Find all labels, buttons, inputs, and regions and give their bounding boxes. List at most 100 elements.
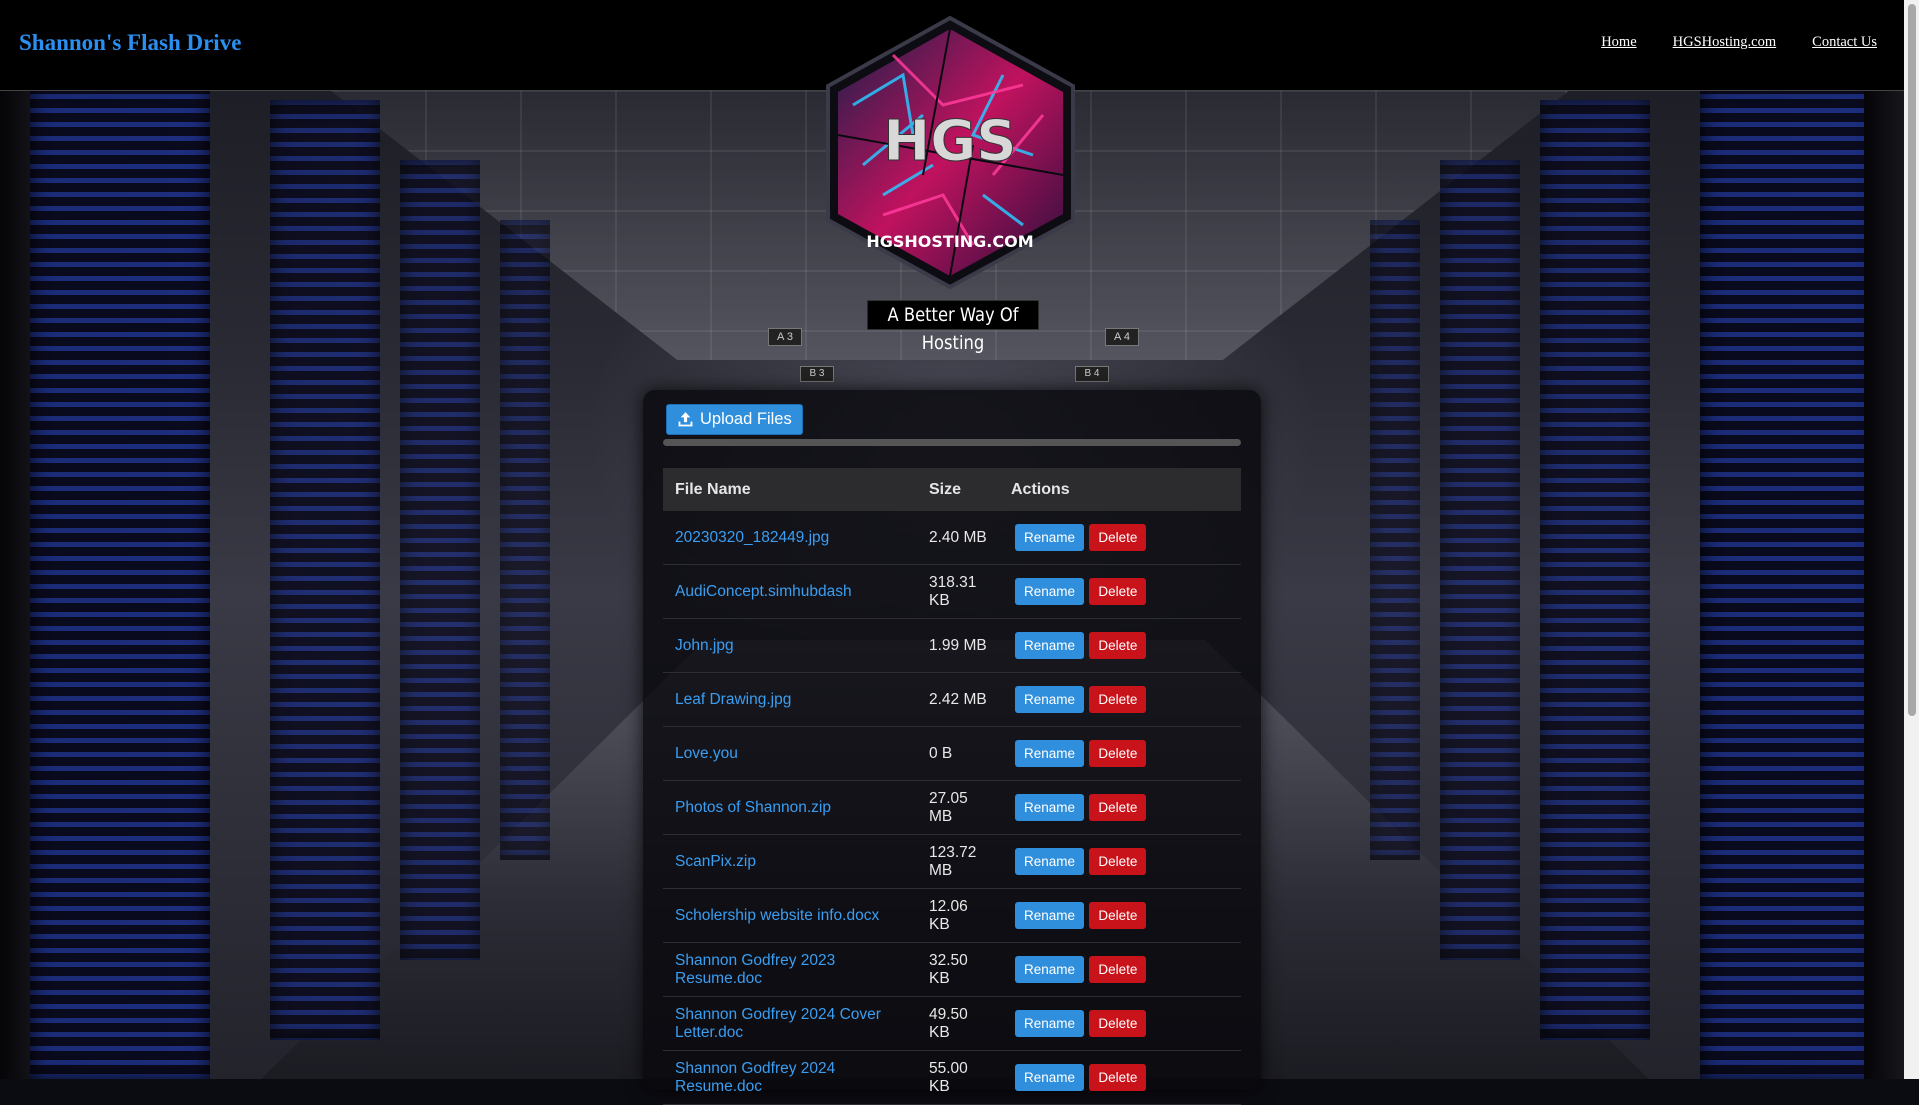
file-name-link[interactable]: Shannon Godfrey 2024 Cover Letter.doc (675, 1006, 881, 1041)
delete-button[interactable]: Delete (1089, 902, 1147, 929)
hgs-hexagon-logo: HGS HGSHOSTING.COM (826, 15, 1075, 290)
column-header-size: Size (917, 468, 999, 511)
delete-button[interactable]: Delete (1089, 740, 1147, 767)
file-table: File Name Size Actions 20230320_182449.j… (663, 468, 1241, 1105)
nav-home-link[interactable]: Home (1601, 34, 1636, 51)
nav-hgshosting-link[interactable]: HGSHosting.com (1673, 34, 1777, 51)
table-row: AudiConcept.simhubdash 318.31 KB Rename De… (663, 564, 1241, 619)
server-rack (500, 220, 550, 860)
rename-button[interactable]: Rename (1015, 848, 1085, 875)
delete-button[interactable]: Delete (1089, 848, 1147, 875)
delete-button[interactable]: Delete (1089, 794, 1147, 821)
file-name-cell: Leaf Drawing.jpg (663, 672, 917, 727)
actions-cell: Rename Delete (999, 618, 1241, 673)
server-rack (1540, 100, 1650, 1040)
site-title[interactable]: Shannon's Flash Drive (19, 30, 241, 56)
actions-cell: Rename Delete (999, 511, 1241, 565)
table-row: Shannon Godfrey 2024 Cover Letter.doc 49.… (663, 996, 1241, 1051)
table-row: Shannon Godfrey 2023 Resume.doc 32.50 KB R… (663, 942, 1241, 997)
file-size-cell: 123.72 MB (917, 834, 999, 889)
table-row: ScanPix.zip 123.72 MB Rename Delete (663, 834, 1241, 889)
server-rack (1370, 220, 1420, 860)
rename-button[interactable]: Rename (1015, 902, 1085, 929)
logo-tagline: A Better Way Of Hosting (867, 300, 1039, 354)
file-size-cell: 2.40 MB (917, 511, 999, 565)
file-name-link[interactable]: ScanPix.zip (675, 853, 756, 870)
table-row: John.jpg 1.99 MB Rename Delete (663, 618, 1241, 673)
file-name-cell: Shannon Godfrey 2024 Cover Letter.doc (663, 996, 917, 1051)
rename-button[interactable]: Rename (1015, 740, 1085, 767)
file-size-cell: 27.05 MB (917, 780, 999, 835)
aisle-sign: B 3 (800, 366, 834, 382)
delete-button[interactable]: Delete (1089, 578, 1147, 605)
aisle-sign: A 4 (1105, 328, 1139, 346)
file-size-cell: 0 B (917, 726, 999, 781)
file-name-link[interactable]: Shannon Godfrey 2024 Resume.doc (675, 1060, 835, 1095)
file-name-cell: 20230320_182449.jpg (663, 511, 917, 565)
file-manager-panel: Upload Files File Name Size Actions 2023… (643, 390, 1261, 1105)
scrollbar-thumb[interactable] (1908, 4, 1916, 716)
table-header-row: File Name Size Actions (663, 468, 1241, 511)
actions-cell: Rename Delete (999, 672, 1241, 727)
actions-cell: Rename Delete (999, 564, 1241, 619)
file-size-cell: 318.31 KB (917, 564, 999, 619)
logo-subtext: HGSHOSTING.COM (866, 232, 1033, 251)
delete-button[interactable]: Delete (1089, 686, 1147, 713)
column-header-file-name: File Name (663, 468, 917, 511)
upload-icon (678, 412, 693, 427)
rack-edge-right (1864, 80, 1904, 1079)
table-row: Love.you 0 B Rename Delete (663, 726, 1241, 781)
actions-cell: Rename Delete (999, 726, 1241, 781)
file-name-cell: Shannon Godfrey 2024 Resume.doc (663, 1050, 917, 1105)
table-row: Leaf Drawing.jpg 2.42 MB Rename Delete (663, 672, 1241, 727)
rename-button[interactable]: Rename (1015, 794, 1085, 821)
server-rack (1440, 160, 1520, 960)
actions-cell: Rename Delete (999, 834, 1241, 889)
table-row: Shannon Godfrey 2024 Resume.doc 55.00 KB R… (663, 1050, 1241, 1105)
rename-button[interactable]: Rename (1015, 524, 1085, 551)
logo-text: HGS (883, 109, 1016, 174)
file-name-link[interactable]: Love.you (675, 745, 738, 762)
upload-files-button[interactable]: Upload Files (666, 404, 803, 435)
file-name-link[interactable]: AudiConcept.simhubdash (675, 583, 852, 600)
rename-button[interactable]: Rename (1015, 1064, 1085, 1091)
delete-button[interactable]: Delete (1089, 1064, 1147, 1091)
server-rack (1700, 80, 1880, 1079)
file-name-link[interactable]: 20230320_182449.jpg (675, 529, 829, 546)
rename-button[interactable]: Rename (1015, 686, 1085, 713)
actions-cell: Rename Delete (999, 942, 1241, 997)
file-name-link[interactable]: Shannon Godfrey 2023 Resume.doc (675, 952, 835, 987)
table-row: Scholership website info.docx 12.06 KB Ren… (663, 888, 1241, 943)
file-name-link[interactable]: Leaf Drawing.jpg (675, 691, 791, 708)
column-header-actions: Actions (999, 468, 1241, 511)
rename-button[interactable]: Rename (1015, 956, 1085, 983)
file-name-cell: John.jpg (663, 618, 917, 673)
file-size-cell: 49.50 KB (917, 996, 999, 1051)
upload-progress-bar (663, 439, 1241, 446)
file-name-cell: ScanPix.zip (663, 834, 917, 889)
delete-button[interactable]: Delete (1089, 956, 1147, 983)
actions-cell: Rename Delete (999, 996, 1241, 1051)
actions-cell: Rename Delete (999, 1050, 1241, 1105)
rename-button[interactable]: Rename (1015, 632, 1085, 659)
file-name-link[interactable]: Scholership website info.docx (675, 907, 879, 924)
aisle-sign: B 4 (1075, 366, 1109, 382)
file-name-link[interactable]: John.jpg (675, 637, 734, 654)
file-name-cell: Photos of Shannon.zip (663, 780, 917, 835)
file-name-link[interactable]: Photos of Shannon.zip (675, 799, 831, 816)
table-row: 20230320_182449.jpg 2.40 MB Rename Delete (663, 511, 1241, 565)
file-size-cell: 1.99 MB (917, 618, 999, 673)
delete-button[interactable]: Delete (1089, 1010, 1147, 1037)
page-scrollbar[interactable] (1904, 0, 1919, 1079)
rename-button[interactable]: Rename (1015, 1010, 1085, 1037)
nav-contact-link[interactable]: Contact Us (1812, 34, 1877, 51)
upload-files-label: Upload Files (700, 410, 792, 428)
rename-button[interactable]: Rename (1015, 578, 1085, 605)
file-size-cell: 55.00 KB (917, 1050, 999, 1105)
table-row: Photos of Shannon.zip 27.05 MB Rename Dele… (663, 780, 1241, 835)
delete-button[interactable]: Delete (1089, 524, 1147, 551)
server-rack (30, 80, 210, 1079)
file-name-cell: Shannon Godfrey 2023 Resume.doc (663, 942, 917, 997)
delete-button[interactable]: Delete (1089, 632, 1147, 659)
file-name-cell: AudiConcept.simhubdash (663, 564, 917, 619)
